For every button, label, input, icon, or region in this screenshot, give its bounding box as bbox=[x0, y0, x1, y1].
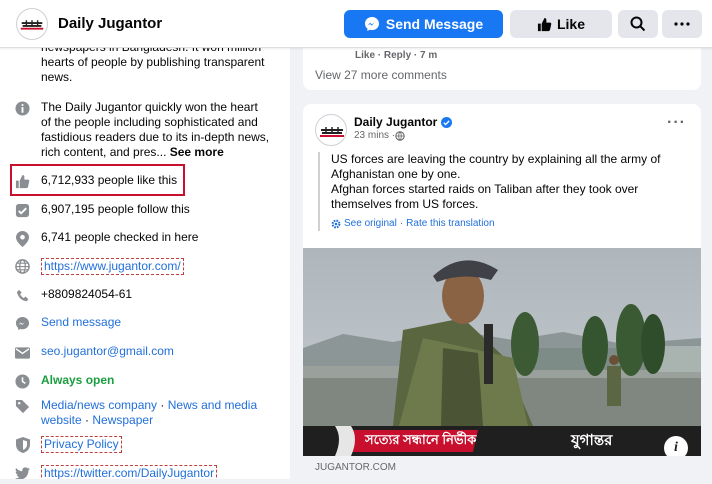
privacy-row: Privacy Policy bbox=[14, 436, 122, 453]
page-header: Daily Jugantor Send Message Like bbox=[0, 0, 712, 48]
see-original-link[interactable]: See original bbox=[344, 216, 397, 231]
link-preview-footer[interactable]: JUGANTOR.COM bbox=[303, 456, 701, 484]
post-meta: 23 mins · bbox=[354, 130, 405, 141]
like-page-button[interactable]: Like bbox=[510, 10, 612, 38]
send-message-row: Send message bbox=[14, 315, 121, 332]
clock-icon bbox=[14, 373, 31, 390]
phone-row: +8809824054-61 bbox=[14, 287, 132, 304]
send-message-link[interactable]: Send message bbox=[41, 315, 121, 330]
email-icon bbox=[14, 344, 31, 361]
search-icon bbox=[630, 16, 646, 32]
hours-row: Always open bbox=[14, 373, 114, 390]
website-row: https://www.jugantor.com/ bbox=[14, 258, 184, 275]
search-button[interactable] bbox=[618, 10, 658, 38]
jugantor-logo-icon bbox=[320, 127, 344, 137]
shield-icon bbox=[14, 436, 31, 453]
thumbs-up-icon bbox=[537, 17, 552, 31]
translation-bar: See original · Rate this translation bbox=[331, 216, 678, 231]
more-dots-icon bbox=[674, 22, 690, 26]
info-icon bbox=[14, 100, 31, 117]
like-label: Like bbox=[556, 16, 585, 32]
about-description: The Daily Jugantor quickly won the heart… bbox=[14, 100, 274, 160]
about-panel: newspapers in Bangladesh. It won million… bbox=[0, 48, 290, 479]
follow-check-icon bbox=[14, 202, 31, 219]
see-more-link[interactable]: See more bbox=[170, 145, 224, 159]
rate-translation-link[interactable]: Rate this translation bbox=[406, 216, 494, 231]
post-author-name[interactable]: Daily Jugantor bbox=[354, 115, 437, 129]
page-logo[interactable] bbox=[16, 8, 48, 40]
likes-row: 6,712,933 people like this bbox=[14, 173, 177, 190]
info-icon[interactable]: i bbox=[664, 436, 688, 456]
category-media-news[interactable]: Media/news company bbox=[41, 398, 157, 412]
checkins-row: 6,741 people checked in here bbox=[14, 230, 198, 247]
privacy-policy-link[interactable]: Privacy Policy bbox=[41, 436, 122, 453]
messenger-icon bbox=[14, 315, 31, 332]
jugantor-logo-icon bbox=[20, 20, 44, 30]
globe-icon bbox=[14, 258, 31, 275]
feed-column: Like · Reply · 7 m View 27 more comments… bbox=[303, 40, 701, 484]
phone-icon bbox=[14, 287, 31, 304]
soldier-photo bbox=[303, 248, 701, 456]
gear-icon bbox=[331, 219, 341, 228]
post-text-line1: US forces are leaving the country by exp… bbox=[331, 152, 661, 181]
category-tag-icon bbox=[14, 398, 31, 415]
email-row: seo.jugantor@gmail.com bbox=[14, 344, 174, 361]
view-more-comments-link[interactable]: View 27 more comments bbox=[315, 68, 447, 82]
description-text: The Daily Jugantor quickly won the heart… bbox=[41, 100, 270, 159]
twitter-link[interactable]: https://twitter.com/DailyJugantor bbox=[41, 465, 218, 479]
translated-post-text: US forces are leaving the country by exp… bbox=[318, 152, 678, 231]
post-options-icon[interactable]: ··· bbox=[667, 114, 686, 132]
post-author-avatar[interactable] bbox=[315, 114, 347, 146]
phone-number[interactable]: +8809824054-61 bbox=[41, 287, 132, 302]
banner-slogan: সত্যের সন্ধানে নির্ভীক bbox=[365, 432, 477, 447]
page-title[interactable]: Daily Jugantor bbox=[58, 15, 162, 32]
twitter-row: https://twitter.com/DailyJugantor bbox=[14, 465, 218, 479]
intro-text: newspapers in Bangladesh. It won million… bbox=[41, 48, 265, 84]
send-message-label: Send Message bbox=[385, 16, 484, 32]
post-card: Daily Jugantor 23 mins · ··· US forces a… bbox=[303, 104, 701, 484]
category-newspaper[interactable]: Newspaper bbox=[92, 413, 153, 427]
more-options-button[interactable] bbox=[662, 10, 702, 38]
likes-count: 6,712,933 people like this bbox=[41, 173, 178, 187]
comment-actions[interactable]: Like · Reply · 7 m bbox=[355, 50, 437, 61]
post-timestamp[interactable]: 23 mins · bbox=[354, 130, 395, 141]
thumbs-up-icon bbox=[14, 173, 31, 190]
follows-row: 6,907,195 people follow this bbox=[14, 202, 190, 219]
hours-status: Always open bbox=[41, 373, 115, 387]
follows-count: 6,907,195 people follow this bbox=[41, 202, 190, 216]
link-source: JUGANTOR.COM bbox=[315, 462, 396, 473]
checkins-count: 6,741 people checked in here bbox=[41, 230, 199, 244]
messenger-icon bbox=[364, 17, 379, 31]
send-message-button[interactable]: Send Message bbox=[344, 10, 503, 38]
post-image[interactable]: সত্যের সন্ধানে নির্ভীক যুগান্তর i bbox=[303, 248, 701, 456]
twitter-icon bbox=[14, 465, 31, 479]
verified-badge-icon bbox=[441, 116, 453, 128]
post-author: Daily Jugantor bbox=[354, 115, 453, 129]
email-link[interactable]: seo.jugantor@gmail.com bbox=[41, 344, 174, 359]
globe-icon bbox=[395, 130, 405, 141]
location-pin-icon bbox=[14, 230, 31, 247]
website-link[interactable]: https://www.jugantor.com/ bbox=[41, 258, 184, 275]
banner-logo-text: যুগান্তর bbox=[571, 432, 613, 449]
category-row: Media/news company · News and media webs… bbox=[14, 398, 276, 428]
post-text-line2: Afghan forces started raids on Taliban a… bbox=[331, 182, 639, 211]
